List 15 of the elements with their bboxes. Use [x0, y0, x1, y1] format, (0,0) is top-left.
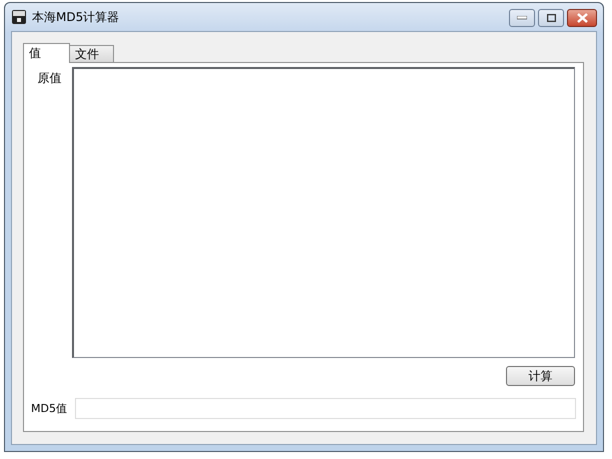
- maximize-icon: [546, 14, 556, 22]
- field-label: 原值: [38, 71, 62, 85]
- close-icon: [576, 13, 588, 23]
- app-icon: [11, 9, 27, 25]
- tab[interactable]: 值: [23, 43, 70, 63]
- output-field[interactable]: [75, 398, 576, 419]
- field-label: MD5值: [31, 401, 68, 416]
- close-button[interactable]: [567, 9, 597, 27]
- tab[interactable]: 文件: [69, 45, 114, 62]
- window-title: 本海MD5计算器: [32, 8, 120, 26]
- maximize-button[interactable]: [538, 9, 564, 27]
- minimize-button[interactable]: [509, 9, 535, 27]
- input-field[interactable]: [72, 67, 575, 358]
- minimize-icon: [517, 16, 527, 20]
- compute-button[interactable]: 计算: [506, 366, 575, 386]
